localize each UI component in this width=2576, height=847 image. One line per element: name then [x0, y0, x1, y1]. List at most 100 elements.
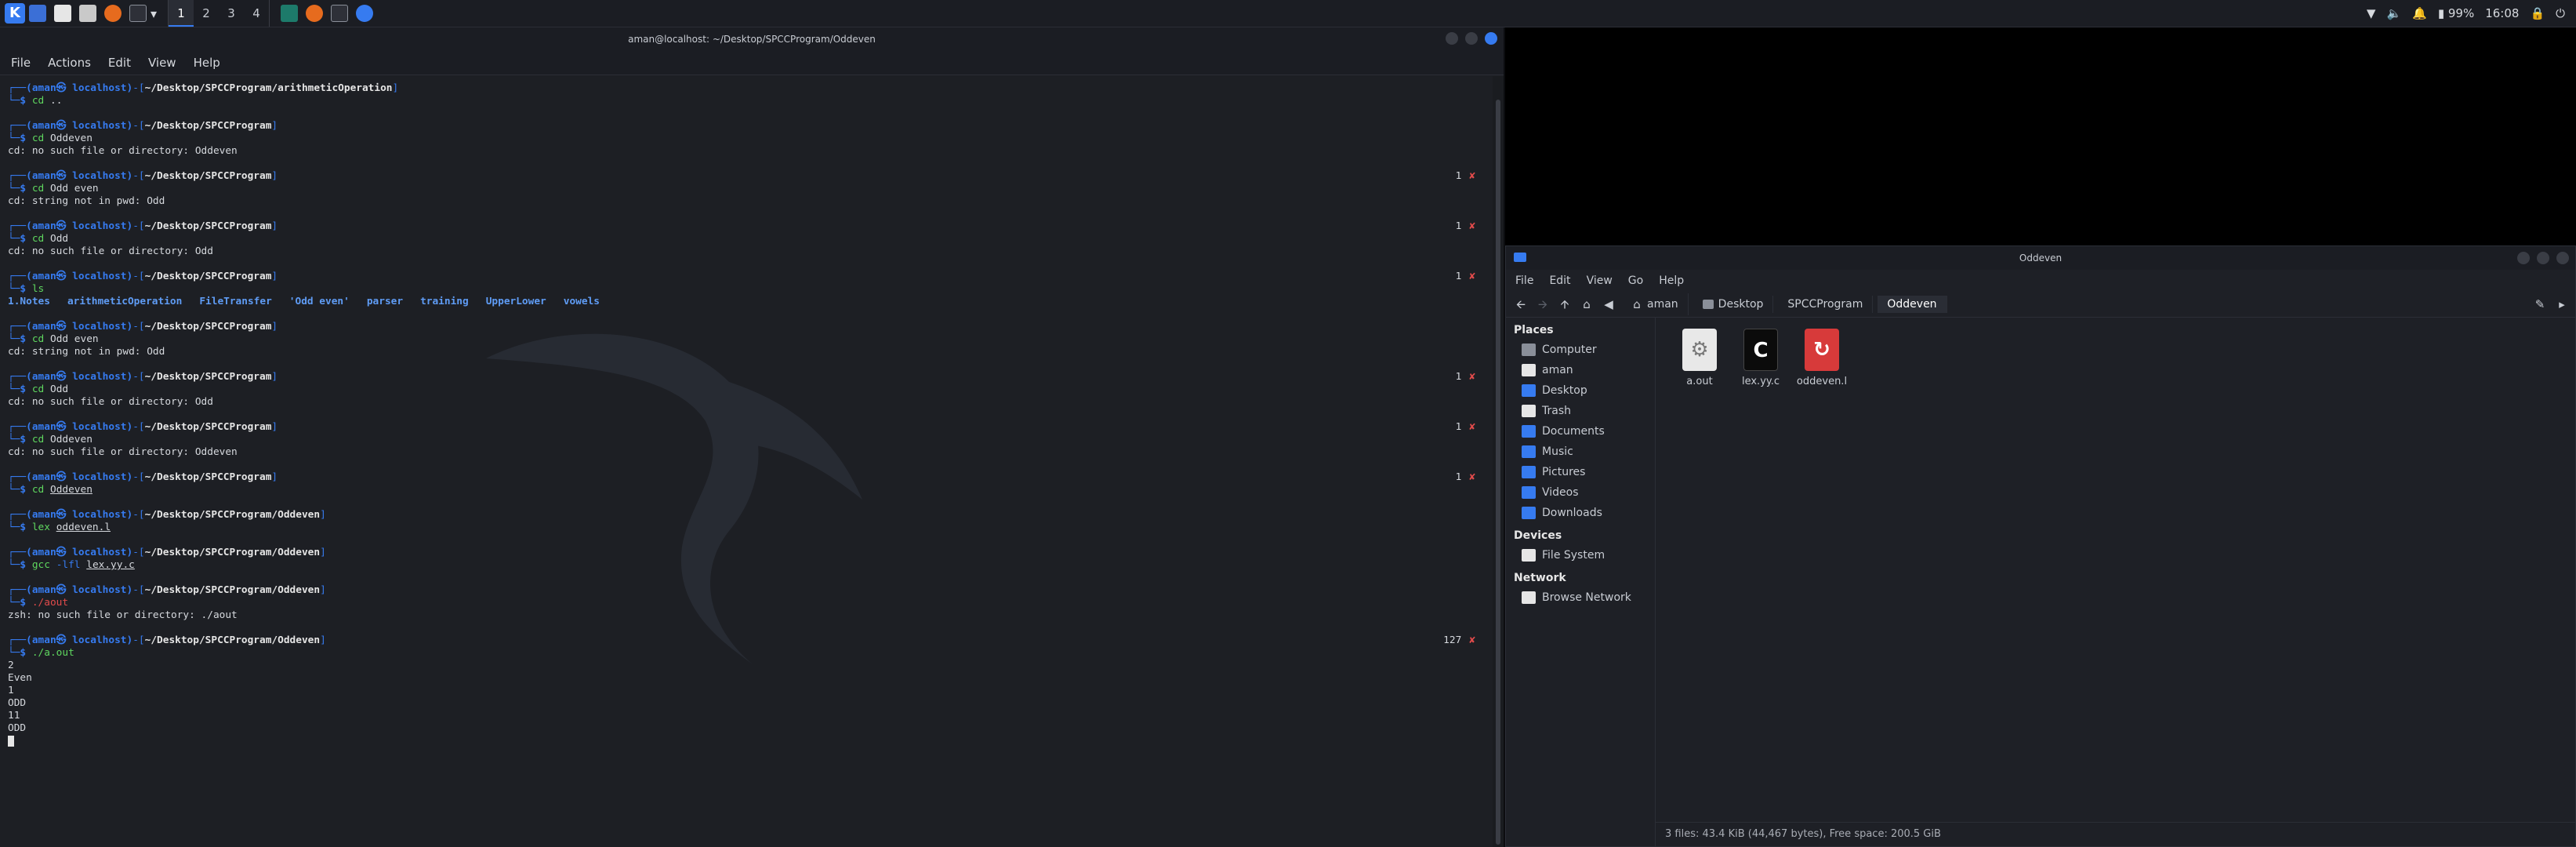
command-name: cd: [31, 434, 45, 445]
taskbar-app-icon[interactable]: [281, 5, 299, 22]
chevron-left-icon[interactable]: ◀: [1600, 296, 1617, 313]
volume-icon[interactable]: 🔈: [2386, 6, 2401, 20]
prompt-user: (aman㉿ localhost): [26, 371, 133, 383]
sidebar-item-file-system[interactable]: File System: [1506, 545, 1655, 565]
minimize-button[interactable]: [2517, 252, 2530, 264]
workspace-2[interactable]: 2: [194, 0, 219, 27]
sidebar-item-desktop[interactable]: Desktop: [1506, 380, 1655, 401]
sidebar-item-documents[interactable]: Documents: [1506, 421, 1655, 442]
sidebar-item-videos[interactable]: Videos: [1506, 482, 1655, 503]
prompt-user: (aman㉿ localhost): [26, 584, 133, 596]
file-item[interactable]: Clex.yy.c: [1729, 329, 1792, 387]
battery-indicator[interactable]: ▮ 99%: [2438, 6, 2474, 20]
sidebar-item-computer[interactable]: Computer: [1506, 340, 1655, 360]
maximize-button[interactable]: [2537, 252, 2549, 264]
prompt-user: (aman㉿ localhost): [26, 471, 133, 483]
prompt-corner: ┌──: [8, 321, 27, 333]
sidebar-item-music[interactable]: Music: [1506, 442, 1655, 462]
menu-go[interactable]: Go: [1628, 274, 1643, 287]
breadcrumb-aman[interactable]: ⌂ aman: [1622, 293, 1689, 315]
edit-path-icon[interactable]: ✎: [2531, 296, 2549, 313]
command-name: cd: [31, 384, 45, 395]
sidebar-item-pictures[interactable]: Pictures: [1506, 462, 1655, 482]
maximize-button[interactable]: [1465, 32, 1478, 45]
firefox-launcher-icon[interactable]: [104, 5, 122, 22]
file-manager-titlebar[interactable]: Oddeven: [1506, 246, 2575, 270]
menu-edit[interactable]: Edit: [108, 56, 131, 70]
lock-icon[interactable]: 🔒: [2530, 6, 2545, 20]
command-argument: ..: [49, 95, 63, 107]
up-icon[interactable]: 🡩: [1556, 296, 1573, 313]
breadcrumb-oddeven[interactable]: Oddeven: [1878, 296, 1947, 313]
taskbar-terminal-icon[interactable]: [331, 5, 349, 22]
menu-file[interactable]: File: [1515, 274, 1533, 287]
command-line: └─$ cd Oddeven: [8, 434, 1485, 446]
menu-view[interactable]: View: [1587, 274, 1613, 287]
prompt-user: (aman㉿ localhost): [26, 220, 133, 232]
back-icon[interactable]: 🡨: [1512, 296, 1529, 313]
taskbar-firefox-icon[interactable]: [306, 5, 324, 22]
menu-edit[interactable]: Edit: [1549, 274, 1570, 287]
home-icon[interactable]: ⌂: [1578, 296, 1595, 313]
file-item[interactable]: ⚙ a.out: [1668, 329, 1731, 387]
file-view[interactable]: ⚙ a.out Clex.yy.c ↻ oddeven.l: [1656, 318, 2575, 823]
text-editor-launcher-icon[interactable]: [79, 5, 96, 22]
prompt-user: (aman㉿ localhost): [26, 321, 133, 333]
notifications-icon[interactable]: 🔔: [2412, 6, 2427, 20]
command-name: gcc: [31, 559, 50, 571]
menu-help[interactable]: Help: [194, 56, 220, 70]
minimize-button[interactable]: [1446, 32, 1458, 45]
network-status-icon[interactable]: ▼: [2367, 6, 2376, 20]
workspace-1[interactable]: 1: [169, 0, 194, 27]
menu-help[interactable]: Help: [1659, 274, 1684, 287]
terminal-menubar: File Actions Edit View Help: [0, 51, 1504, 75]
sidebar-item-label: Computer: [1542, 344, 1597, 356]
clock[interactable]: 16:08: [2485, 6, 2519, 20]
menu-actions[interactable]: Actions: [48, 56, 91, 70]
chevron-right-icon[interactable]: ▸: [2553, 296, 2571, 313]
file-manager-launcher-icon[interactable]: [54, 5, 71, 22]
prompt-bracket: ]: [271, 120, 278, 132]
workspace-3[interactable]: 3: [219, 0, 244, 27]
prompt-corner: └─: [8, 434, 20, 445]
ls-entry: 'Odd even': [288, 296, 350, 307]
prompt-line: ┌──(aman㉿ localhost)-[~/Desktop/SPCCProg…: [8, 471, 1485, 484]
exit-code: 1: [1455, 421, 1462, 433]
file-item[interactable]: ↻ oddeven.l: [1791, 329, 1853, 387]
pictures-folder-icon: [1522, 466, 1536, 478]
forward-icon[interactable]: 🡪: [1534, 296, 1551, 313]
show-desktop-icon[interactable]: [29, 5, 46, 22]
command-name: lex: [31, 522, 50, 533]
menu-file[interactable]: File: [11, 56, 31, 70]
prompt-path: ~/Desktop/SPCCProgram: [144, 421, 272, 433]
menu-view[interactable]: View: [148, 56, 176, 70]
sidebar-item-browse-network[interactable]: Browse Network: [1506, 587, 1655, 608]
taskbar-file-manager-icon[interactable]: [356, 5, 374, 22]
prompt-line: ┌──(aman㉿ localhost)-[~/Desktop/SPCCProg…: [8, 120, 1485, 133]
sidebar-item-downloads[interactable]: Downloads: [1506, 503, 1655, 523]
close-button[interactable]: [1485, 32, 1497, 45]
prompt-corner: ┌──: [8, 547, 27, 558]
terminal-scrollbar[interactable]: [1493, 76, 1504, 847]
terminal-launcher-icon[interactable]: [129, 5, 147, 22]
prompt-path: ~/Desktop/SPCCProgram: [144, 321, 272, 333]
workspace-switcher: 1 2 3 4: [168, 0, 270, 27]
terminal-output[interactable]: ┌──(aman㉿ localhost)-[~/Desktop/SPCCProg…: [0, 76, 1493, 847]
power-icon[interactable]: ⏻: [2556, 6, 2565, 20]
kali-menu-icon[interactable]: K: [5, 3, 25, 24]
workspace-4[interactable]: 4: [244, 0, 269, 27]
close-button[interactable]: [2556, 252, 2569, 264]
sidebar-item-trash[interactable]: Trash: [1506, 401, 1655, 421]
breadcrumb-desktop[interactable]: Desktop: [1693, 296, 1774, 313]
command-output: zsh: no such file or directory: ./aout: [8, 609, 238, 621]
prompt-line: ┌──(aman㉿ localhost)-[~/Desktop/SPCCProg…: [8, 547, 1485, 559]
chevron-down-icon[interactable]: ▾: [151, 6, 157, 21]
scrollbar-thumb[interactable]: [1496, 100, 1500, 845]
terminal-titlebar[interactable]: aman@localhost: ~/Desktop/SPCCProgram/Od…: [0, 27, 1504, 51]
sidebar-item-label: Trash: [1542, 405, 1571, 417]
sidebar-item-aman[interactable]: aman: [1506, 360, 1655, 380]
ls-entry: FileTransfer: [199, 296, 272, 307]
prompt-corner: └─: [8, 559, 20, 571]
breadcrumb-spccprogram[interactable]: SPCCProgram: [1778, 296, 1874, 313]
prompt-corner: └─: [8, 384, 20, 395]
